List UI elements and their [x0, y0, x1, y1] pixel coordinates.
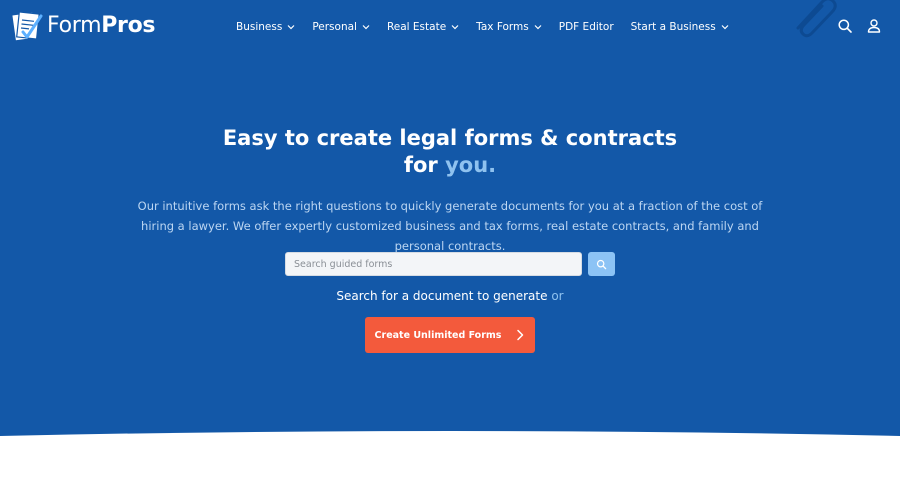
- nav-item-pdf-editor[interactable]: PDF Editor: [559, 21, 614, 33]
- chevron-down-icon: [534, 25, 542, 30]
- nav-item-personal[interactable]: Personal: [312, 21, 370, 33]
- chevron-right-icon: [517, 329, 524, 341]
- hero-description: Our intuitive forms ask the right questi…: [137, 199, 763, 253]
- search-icon[interactable]: [837, 18, 853, 34]
- user-icon[interactable]: [866, 18, 882, 34]
- chevron-down-icon: [721, 25, 729, 30]
- hero-bottom-curve: [0, 431, 900, 500]
- chevron-down-icon: [451, 25, 459, 30]
- chevron-down-icon: [362, 25, 370, 30]
- nav-item-business[interactable]: Business: [236, 21, 295, 33]
- search-caption: Search for a document to generate or: [336, 289, 564, 303]
- search-icon: [596, 259, 607, 269]
- form-document-icon: [12, 11, 43, 41]
- paperclip-icon: [796, 0, 837, 38]
- create-unlimited-forms-button[interactable]: Create Unlimited Forms: [365, 317, 535, 353]
- hero-section: FormPros Business Personal Real Estate T…: [0, 0, 900, 440]
- nav-item-start-a-business[interactable]: Start a Business: [631, 21, 729, 33]
- nav-item-real-estate[interactable]: Real Estate: [387, 21, 459, 33]
- main-nav: Business Personal Real Estate Tax Forms …: [236, 18, 746, 36]
- hero-headline: Easy to create legal forms & contracts f…: [222, 126, 678, 177]
- headline-accent: you.: [445, 153, 497, 177]
- nav-item-tax-forms[interactable]: Tax Forms: [476, 21, 542, 33]
- chevron-down-icon: [287, 25, 295, 30]
- brand-logo[interactable]: FormPros: [11, 10, 156, 42]
- search-input[interactable]: [285, 252, 582, 276]
- search-button[interactable]: [588, 252, 615, 276]
- brand-name: FormPros: [47, 13, 156, 38]
